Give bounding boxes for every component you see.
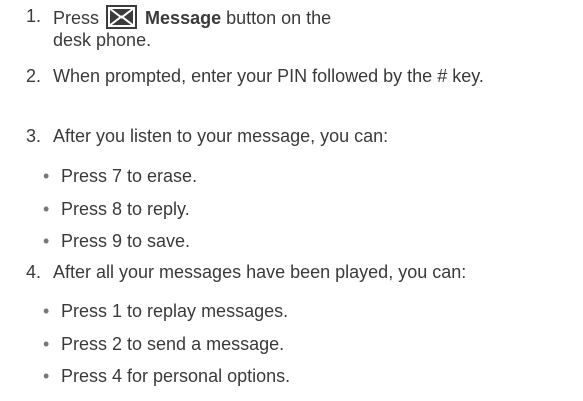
step-number: 3. (26, 126, 42, 146)
step-number: 4. (26, 262, 42, 282)
bullet-text: Press 4 for personal options. (61, 366, 291, 386)
step-text: After you listen to your message, you ca… (53, 126, 389, 146)
bullet-text: Press 1 to replay messages. (61, 301, 289, 321)
bullet-icon: • (43, 199, 50, 219)
message-button-label: Message (145, 8, 222, 28)
bullet-icon: • (43, 366, 50, 386)
step-4: 4. After all your messages have been pla… (0, 261, 583, 283)
step-2: 2. When prompted, enter your PIN followe… (0, 65, 583, 87)
step-text: After all your messages have been played… (53, 262, 467, 282)
bullet-icon: • (43, 231, 50, 251)
bullet-text: Press 2 to send a message. (61, 334, 285, 354)
step-text-before: Press (53, 8, 100, 28)
step-3: 3. After you listen to your message, you… (0, 125, 583, 147)
envelope-icon (106, 5, 138, 29)
bullet-text: Press 9 to save. (61, 231, 191, 251)
step-number: 1. (26, 6, 42, 26)
step-text: When prompted, enter your PIN followed b… (53, 66, 484, 86)
bullet-icon: • (43, 301, 50, 321)
step-1: 1. Press Message button on the desk phon… (0, 5, 473, 51)
bullet-text: Press 7 to erase. (61, 166, 198, 186)
step-text-after-line2: desk phone. (53, 30, 152, 50)
step-text-after: button on the (221, 8, 332, 28)
bullet-text: Press 8 to reply. (61, 199, 190, 219)
bullet-icon: • (43, 334, 50, 354)
bullet-icon: • (43, 166, 50, 186)
step-number: 2. (26, 66, 42, 86)
